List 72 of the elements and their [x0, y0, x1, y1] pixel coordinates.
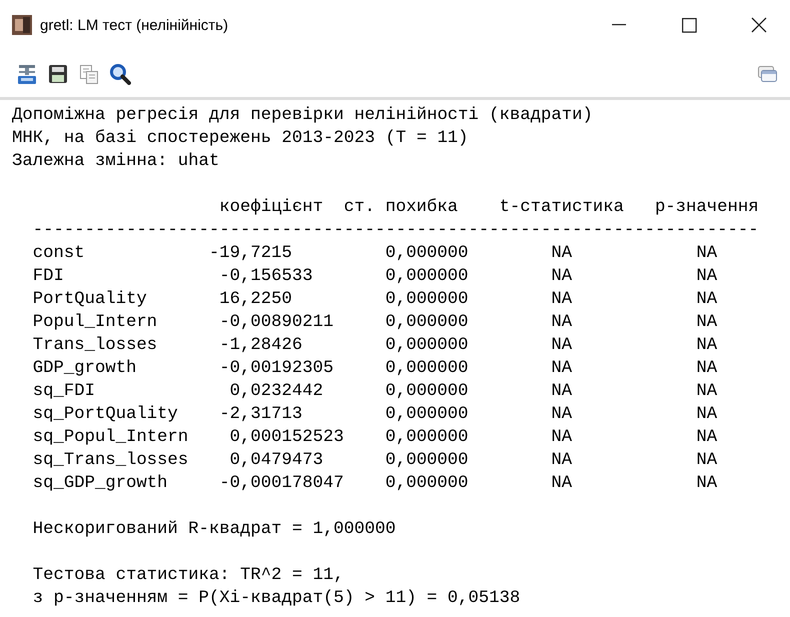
column-header: t-статистика [499, 197, 624, 219]
table-rule: ---------------------------------------------------------------------- [32, 220, 759, 242]
table-cell-text: NA [696, 243, 718, 265]
table-cell-text: NA [696, 358, 718, 380]
table-cell-text: 0,000000 [385, 312, 468, 334]
output-line: Нескоригований R-квадрат = 1,000000 [32, 519, 396, 541]
table-cell-text: NA [551, 427, 572, 449]
table-cell-text: GDP_growth [32, 358, 136, 380]
table-cell-text: sq_PortQuality [32, 404, 178, 426]
output-line: Допоміжна регресія для перевірки нелінійності (квадрати) [12, 105, 593, 127]
table-cell-text: NA [696, 450, 718, 472]
table-cell-text: NA [696, 312, 718, 334]
column-header: p-значення [654, 197, 759, 219]
output-line: Тестова статистика: TR^2 = 11, [32, 565, 344, 587]
table-cell-text: NA [696, 289, 718, 311]
table-cell-text: NA [696, 473, 718, 495]
table-cell-text: NA [551, 404, 572, 426]
table-cell-text: -19,7215 [209, 243, 292, 265]
column-header: ст. похибка [344, 197, 458, 219]
table-cell-text: NA [551, 335, 572, 357]
table-cell-text: 0,000000 [385, 404, 468, 426]
table-cell-text: NA [551, 450, 572, 472]
table-cell-text: Trans_losses [32, 335, 158, 357]
table-cell-text: 0,0232442 [230, 381, 324, 403]
table-cell-text: NA [696, 266, 718, 288]
table-cell-text: 0,000000 [385, 289, 468, 311]
copy-icon[interactable] [78, 62, 100, 84]
table-cell-text: 0,000000 [385, 266, 468, 288]
table-cell-text: NA [551, 381, 572, 403]
table-cell-text: NA [696, 404, 718, 426]
output-line: Залежна змінна: uhat [12, 151, 220, 173]
table-cell-text: NA [551, 312, 572, 334]
table-cell-text: NA [551, 358, 572, 380]
table-cell-text: 0,000000 [385, 450, 468, 472]
table-cell-text: sq_Popul_Intern [32, 427, 188, 449]
table-cell-text: -1,28426 [219, 335, 302, 357]
table-cell-text: 0,000000 [385, 381, 468, 403]
table-cell-text: NA [551, 243, 572, 265]
table-cell-text: -2,31713 [219, 404, 302, 426]
table-cell-text: Popul_Intern [32, 312, 158, 334]
table-cell-text: 0,000000 [385, 427, 468, 449]
window-title: gretl: LM тест (нелінійність) [40, 16, 230, 34]
table-cell-text: NA [551, 266, 572, 288]
table-cell-text: sq_FDI [32, 381, 95, 403]
table-cell-text: 0,000152523 [230, 427, 344, 449]
table-cell-text: -0,156533 [219, 266, 313, 288]
table-cell-text: -0,000178047 [219, 473, 344, 495]
table-cell-text: 0,000000 [385, 243, 468, 265]
table-cell-text: 0,000000 [385, 358, 468, 380]
table-cell-text: NA [696, 427, 718, 449]
table-cell-text: 0,0479473 [230, 450, 324, 472]
table-cell-text: 0,000000 [385, 335, 468, 357]
output-line: МНК, на базі спостережень 2013-2023 (T = 11) [12, 128, 468, 150]
table-cell-text: 0,000000 [385, 473, 468, 495]
import-icon[interactable] [16, 62, 38, 84]
table-cell-text: const [32, 243, 85, 265]
table-cell-text: NA [696, 381, 718, 403]
table-cell-text: NA [551, 289, 572, 311]
app-icon [12, 15, 32, 35]
table-cell-text: -0,00890211 [219, 312, 334, 334]
table-cell-text: sq_Trans_losses [32, 450, 188, 472]
table-cell-text: -0,00192305 [219, 358, 334, 380]
output-line: з p-значенням = P(Xi-квадрат(5) > 11) = 0,05138 [32, 588, 520, 610]
table-cell-text: NA [551, 473, 572, 495]
table-cell-text: NA [696, 335, 718, 357]
search-icon[interactable] [109, 62, 131, 84]
save-icon[interactable] [47, 62, 69, 84]
table-cell-text: FDI [32, 266, 64, 288]
table-cell-text: 16,2250 [219, 289, 292, 311]
table-cell-text: sq_GDP_growth [32, 473, 168, 495]
column-header: коефіцієнт [219, 197, 324, 219]
table-cell-text: PortQuality [32, 289, 147, 311]
